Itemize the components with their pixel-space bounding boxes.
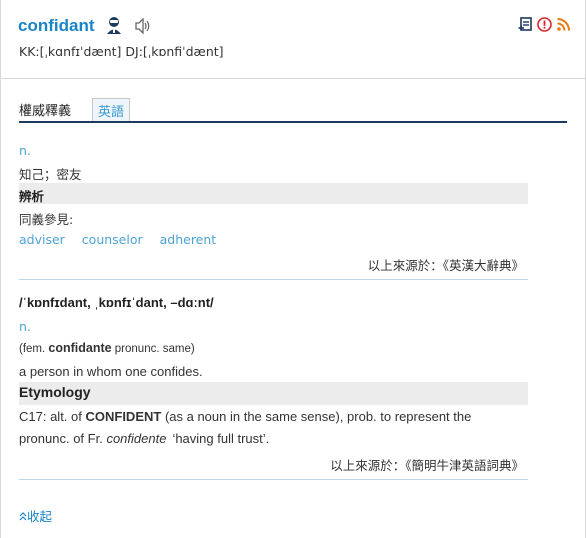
part-of-speech: n. — [19, 143, 31, 158]
section-bar: 辨析 — [19, 183, 528, 204]
source-citation: 以上來源於：《英漢大辭典》 — [367, 258, 524, 273]
pronunciation: KK:[ˌkɑnfɪˈdænt] DJ:[ˌkɒnfiˈdænt] — [19, 44, 224, 59]
divider — [19, 279, 528, 280]
synonym-link[interactable]: adherent — [160, 232, 217, 247]
tab-authoritative[interactable]: 權威釋義 — [19, 100, 71, 119]
feminine-form: (fem. confidante pronunc. same) — [19, 341, 195, 355]
feminine-word: confidante — [48, 341, 112, 355]
part-of-speech: n. — [19, 319, 31, 334]
source-citation: 以上來源於：《簡明牛津英語詞典》 — [330, 458, 524, 473]
ipa-pronunciation: /ˈkɒnfɪdant, ˌkɒnfɪˈdant, –dɑːnt/ — [19, 295, 214, 310]
etymology-label: Etymology — [19, 384, 91, 400]
person-voice-icon[interactable] — [105, 16, 123, 35]
header-actions — [518, 17, 571, 32]
divider — [19, 479, 528, 480]
word-header: confidant KK:[ˌkɑnfɪˈdænt] DJ:[ˌkɒnfiˈdæ… — [1, 0, 585, 79]
synonym-link[interactable]: adviser — [19, 232, 65, 247]
definition-en: a person in whom one confides. — [19, 364, 203, 379]
tab-english[interactable]: 英語 — [92, 98, 131, 121]
etymology-text-line1: C17: alt. of CONFIDENT (as a noun in the… — [19, 409, 472, 424]
synonym-list: adviser counselor adherent — [19, 232, 229, 247]
add-to-list-icon[interactable] — [518, 17, 533, 32]
synonym-label: 同義參見: — [19, 212, 74, 227]
speaker-icon[interactable] — [134, 17, 152, 35]
section-label: 辨析 — [19, 189, 45, 204]
headword: confidant — [18, 16, 95, 35]
etymology-text-line2: pronunc. of Fr. confidente ‘having full t… — [19, 431, 270, 446]
chevron-up-icon — [19, 512, 27, 521]
collapse-button[interactable]: 收起 — [19, 506, 52, 525]
collapse-label: 收起 — [27, 509, 53, 524]
rss-icon[interactable] — [556, 17, 571, 32]
synonym-link[interactable]: counselor — [82, 232, 143, 247]
etymology-bar: Etymology — [19, 382, 528, 405]
report-icon[interactable] — [537, 17, 552, 32]
definition-zh: 知己；密友 — [19, 167, 82, 182]
dictionary-panel: confidant KK:[ˌkɑnfɪˈdænt] DJ:[ˌkɒnfiˈdæ… — [0, 0, 586, 538]
source-tabs: 權威釋義 英語 — [19, 98, 567, 123]
